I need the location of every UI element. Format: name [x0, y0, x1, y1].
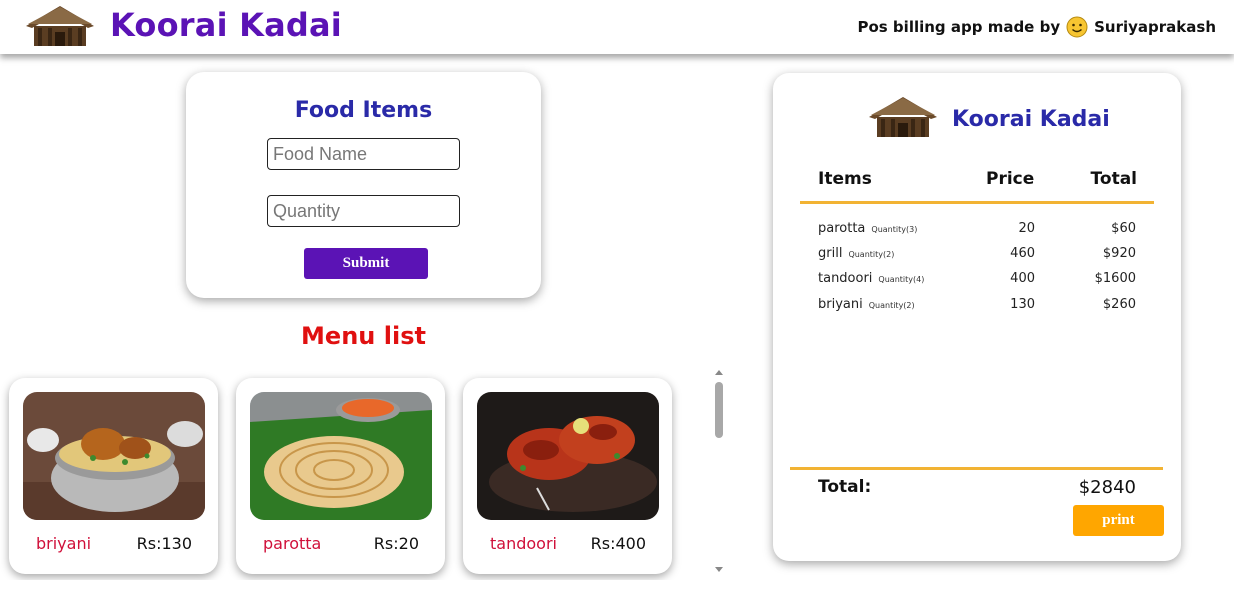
header-credit: Pos billing app made by Suriyaprakash — [857, 16, 1216, 38]
bill-header-total: Total — [1090, 169, 1137, 189]
bill-divider — [800, 201, 1154, 204]
app-brand-title: Koorai Kadai — [110, 6, 342, 44]
bill-row-total: $920 — [1102, 246, 1136, 261]
quantity-input[interactable] — [267, 195, 460, 227]
bill-row: tandoori Quantity(4) 400 $1600 — [773, 271, 1181, 293]
bill-row-total: $60 — [1111, 221, 1136, 236]
bill-row-total: $1600 — [1094, 271, 1136, 286]
bill-row-price: 130 — [1010, 297, 1035, 312]
menu-item-card[interactable]: briyani Rs:130 — [9, 378, 218, 574]
scroll-thumb[interactable] — [715, 382, 723, 438]
credit-name: Suriyaprakash — [1094, 18, 1216, 36]
bill-row: briyani Quantity(2) 130 $260 — [773, 297, 1181, 319]
bill-row-qty: Quantity(2) — [868, 301, 915, 310]
menu-item-price: Rs:20 — [373, 534, 419, 553]
menu-item-card[interactable]: tandoori Rs:400 — [463, 378, 672, 574]
bill-row-price: 460 — [1010, 246, 1035, 261]
bill-row-item: parotta Quantity(3) — [818, 221, 918, 236]
submit-button[interactable]: Submit — [304, 248, 428, 279]
scroll-up-arrow-icon[interactable] — [715, 370, 723, 375]
bill-total-value: $2840 — [1078, 477, 1136, 498]
smiley-face-icon — [1066, 16, 1088, 38]
bill-header-items: Items — [818, 169, 872, 189]
bill-row: grill Quantity(2) 460 $920 — [773, 246, 1181, 268]
bill-divider — [790, 467, 1163, 470]
menu-item-price: Rs:130 — [136, 534, 192, 553]
hut-logo-icon — [869, 97, 937, 137]
bill-panel: Koorai Kadai Items Price Total parotta Qu… — [773, 73, 1181, 561]
bill-row-item: briyani Quantity(2) — [818, 297, 915, 312]
bill-row-price: 20 — [1018, 221, 1035, 236]
menu-list: briyani Rs:130 parotta Rs:20 tandoori Rs… — [0, 362, 728, 580]
scroll-down-arrow-icon[interactable] — [715, 567, 723, 572]
bill-row-item: grill Quantity(2) — [818, 246, 895, 261]
bill-row-price: 400 — [1010, 271, 1035, 286]
print-button[interactable]: print — [1073, 505, 1164, 536]
tandoori-photo — [477, 392, 659, 520]
bill-row-qty: Quantity(3) — [871, 225, 918, 234]
menu-item-name: parotta — [263, 534, 322, 553]
menu-item-card[interactable]: parotta Rs:20 — [236, 378, 445, 574]
bill-brand-title: Koorai Kadai — [952, 107, 1110, 132]
bill-row-item: tandoori Quantity(4) — [818, 271, 925, 286]
bill-header-price: Price — [986, 169, 1035, 189]
briyani-photo — [23, 392, 205, 520]
bill-row-qty: Quantity(4) — [878, 275, 925, 284]
menu-item-price: Rs:400 — [590, 534, 646, 553]
food-name-input[interactable] — [267, 138, 460, 170]
menu-item-name: briyani — [36, 534, 92, 553]
menu-item-name: tandoori — [490, 534, 557, 553]
parotta-photo — [250, 392, 432, 520]
bill-row: parotta Quantity(3) 20 $60 — [773, 221, 1181, 243]
bill-row-total: $260 — [1102, 297, 1136, 312]
menu-scrollbar[interactable] — [710, 364, 728, 578]
credit-prefix: Pos billing app made by — [857, 18, 1061, 36]
form-title: Food Items — [294, 98, 433, 123]
app-header: Koorai Kadai Pos billing app made by Sur… — [0, 0, 1234, 54]
food-items-form: Food Items Submit — [186, 72, 541, 298]
bill-row-qty: Quantity(2) — [848, 250, 895, 259]
bill-total-label: Total: — [818, 477, 872, 497]
hut-logo-icon — [26, 6, 94, 46]
menu-list-title: Menu list — [301, 322, 426, 350]
